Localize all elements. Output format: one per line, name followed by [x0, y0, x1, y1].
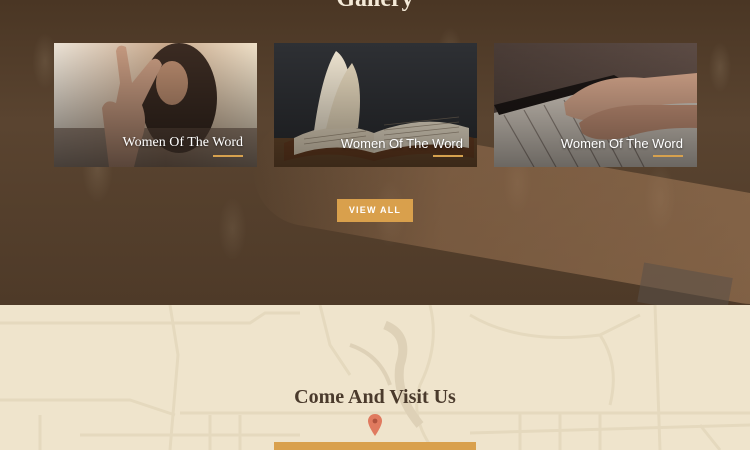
card-caption: Women Of The Word: [340, 136, 463, 151]
card-underline: [433, 155, 463, 157]
gallery-card[interactable]: Women Of The Word: [274, 43, 477, 167]
gallery-section: Gallery: [0, 0, 750, 305]
gallery-card[interactable]: Women Of The Word: [494, 43, 697, 167]
card-caption: Women Of The Word: [122, 135, 243, 150]
gallery-title: Gallery: [0, 0, 750, 13]
map-pin-icon[interactable]: [368, 414, 382, 436]
page: Gallery: [0, 0, 750, 450]
card-underline: [653, 155, 683, 157]
directions-button[interactable]: [274, 442, 476, 450]
visit-title: Come And Visit Us: [294, 386, 456, 408]
map-section[interactable]: Come And Visit Us: [0, 305, 750, 450]
gallery-card[interactable]: Women Of The Word: [54, 43, 257, 167]
card-underline: [213, 155, 243, 157]
card-caption: Women Of The Word: [560, 136, 683, 151]
view-all-button[interactable]: VIEW ALL: [337, 199, 413, 222]
